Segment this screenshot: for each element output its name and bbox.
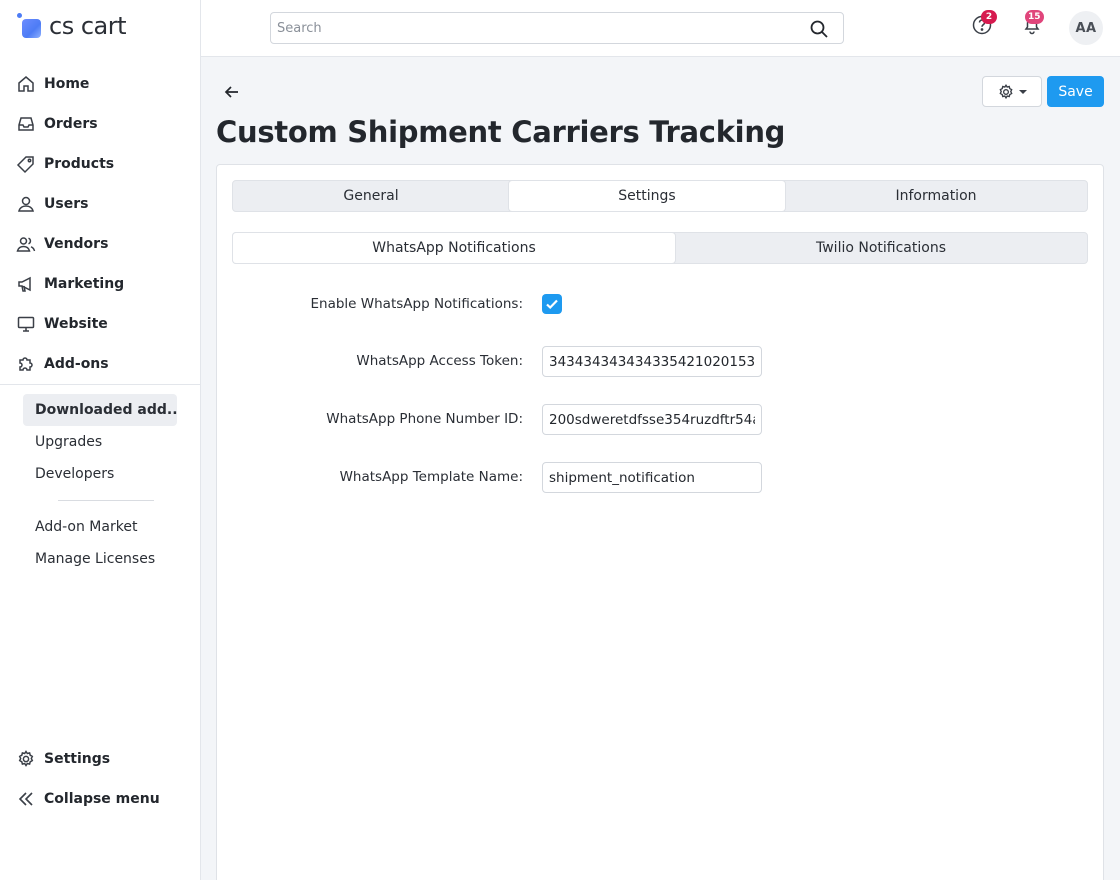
sidebar-item-collapse-menu[interactable]: Collapse menu <box>0 779 200 819</box>
subnav-item-manage-licenses[interactable]: Manage Licenses <box>23 543 183 575</box>
sidebar-item-label: Orders <box>44 116 98 132</box>
template-name-label: WhatsApp Template Name: <box>339 469 523 485</box>
search-box <box>270 12 844 44</box>
sidebar-item-home[interactable]: Home <box>0 64 200 104</box>
sidebar-item-orders[interactable]: Orders <box>0 104 200 144</box>
inbox-icon <box>16 114 36 134</box>
sidebar-item-label: Website <box>44 316 108 332</box>
main-nav: Home Orders Products Users Vendors Marke… <box>0 64 200 384</box>
topbar: 2 15 AA <box>201 0 1120 57</box>
tab-information[interactable]: Information <box>785 181 1087 211</box>
sidebar-item-website[interactable]: Website <box>0 304 200 344</box>
tab-whatsapp-notifications[interactable]: WhatsApp Notifications <box>233 233 675 263</box>
access-token-input[interactable] <box>542 346 762 377</box>
home-icon <box>16 74 36 94</box>
enable-whatsapp-label: Enable WhatsApp Notifications: <box>310 296 524 312</box>
template-name-input[interactable] <box>542 462 762 493</box>
search-input[interactable] <box>271 13 791 43</box>
gear-icon <box>16 749 36 769</box>
tab-settings[interactable]: Settings <box>509 181 785 211</box>
logo-text: cs cart <box>49 12 127 40</box>
checkmark-icon <box>546 299 558 310</box>
back-button[interactable] <box>221 81 243 103</box>
sidebar-item-label: Collapse menu <box>44 791 160 807</box>
megaphone-icon <box>16 274 36 294</box>
double-chevron-left-icon <box>16 789 36 809</box>
tag-icon <box>16 154 36 174</box>
form-row-access-token: WhatsApp Access Token: <box>217 345 1105 377</box>
subnav-item-upgrades[interactable]: Upgrades <box>23 426 183 458</box>
tab-twilio-notifications[interactable]: Twilio Notifications <box>675 233 1087 263</box>
addons-subnav: Downloaded add... Upgrades Developers Ad… <box>23 394 183 575</box>
sidebar-item-label: Marketing <box>44 276 125 292</box>
notifications-button[interactable]: 15 <box>1021 10 1045 38</box>
sidebar-item-users[interactable]: Users <box>0 184 200 224</box>
monitor-icon <box>16 314 36 334</box>
sidebar-item-label: Vendors <box>44 236 109 252</box>
subnav-divider <box>58 500 154 501</box>
phone-number-id-label: WhatsApp Phone Number ID: <box>326 411 523 427</box>
subnav-item-downloaded-addons[interactable]: Downloaded add... <box>23 394 177 426</box>
sidebar-item-marketing[interactable]: Marketing <box>0 264 200 304</box>
subnav-item-addon-market[interactable]: Add-on Market <box>23 511 183 543</box>
sidebar-divider <box>0 384 200 385</box>
form-row-template-name: WhatsApp Template Name: <box>217 461 1105 493</box>
enable-whatsapp-checkbox[interactable] <box>542 294 562 314</box>
main-content: Save Custom Shipment Carriers Tracking G… <box>201 57 1120 880</box>
form-row-enable: Enable WhatsApp Notifications: <box>217 288 1105 320</box>
sidebar-item-label: Users <box>44 196 89 212</box>
help-badge: 2 <box>981 10 997 24</box>
avatar[interactable]: AA <box>1069 11 1103 45</box>
main-tabs: General Settings Information <box>232 180 1088 212</box>
settings-dropdown-button[interactable] <box>982 76 1042 107</box>
tab-general[interactable]: General <box>233 181 509 211</box>
subnav-item-developers[interactable]: Developers <box>23 458 183 490</box>
form-row-phone-id: WhatsApp Phone Number ID: <box>217 403 1105 435</box>
caret-down-icon <box>1019 89 1027 94</box>
phone-number-id-input[interactable] <box>542 404 762 435</box>
sidebar-item-label: Products <box>44 156 115 172</box>
user-icon <box>16 194 36 214</box>
notifications-badge: 15 <box>1025 10 1044 24</box>
search-icon[interactable] <box>809 19 829 43</box>
gear-icon <box>999 83 1013 99</box>
save-button[interactable]: Save <box>1047 76 1104 107</box>
arrow-left-icon <box>224 86 238 98</box>
users-icon <box>16 234 36 254</box>
sidebar-item-label: Add-ons <box>44 356 109 372</box>
puzzle-icon <box>16 354 36 374</box>
sidebar-item-vendors[interactable]: Vendors <box>0 224 200 264</box>
help-button[interactable]: 2 <box>971 10 997 38</box>
logo[interactable]: cs cart <box>17 11 127 41</box>
notification-tabs: WhatsApp Notifications Twilio Notificati… <box>232 232 1088 264</box>
sidebar-item-label: Home <box>44 76 90 92</box>
sidebar-item-products[interactable]: Products <box>0 144 200 184</box>
sidebar-item-settings[interactable]: Settings <box>0 739 200 779</box>
page-title: Custom Shipment Carriers Tracking <box>216 115 786 149</box>
sidebar-bottom: Settings Collapse menu <box>0 739 200 819</box>
sidebar-item-label: Settings <box>44 751 111 767</box>
sidebar-item-addons[interactable]: Add-ons <box>0 344 200 384</box>
sidebar: cs cart Home Orders Products Users Vendo… <box>0 0 201 880</box>
access-token-label: WhatsApp Access Token: <box>356 353 523 369</box>
logo-mark-icon <box>17 13 45 39</box>
settings-card: General Settings Information WhatsApp No… <box>216 164 1104 880</box>
